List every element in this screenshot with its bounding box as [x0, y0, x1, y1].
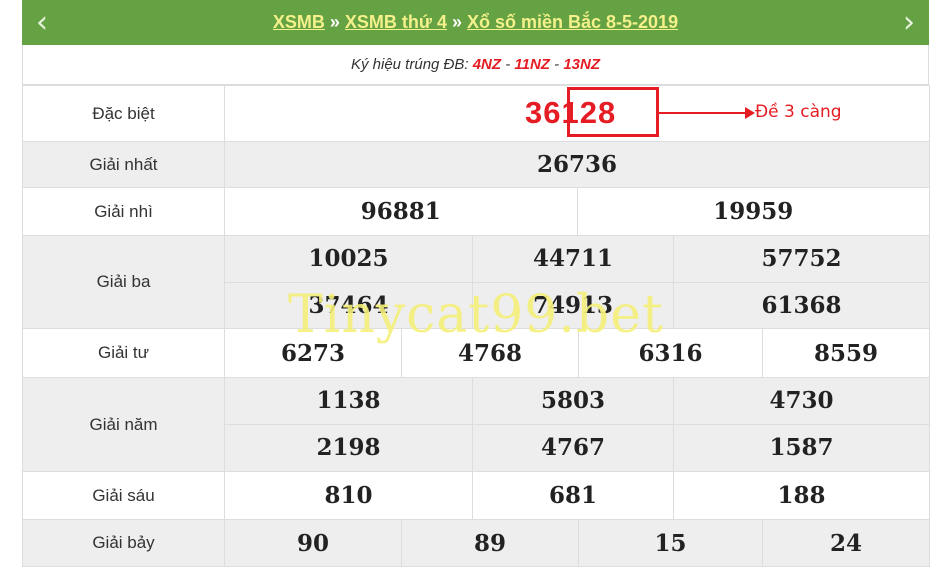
code-dash: - [554, 56, 560, 73]
prize-number: 10025 [225, 236, 473, 283]
special-code-2: 11NZ [514, 56, 550, 73]
row-giai-nhi: Giải nhì 96881 19959 [22, 187, 930, 236]
prize-number: 61368 [673, 282, 929, 328]
row-giai-ba: Giải ba 10025 44711 57752 37464 74913 61… [22, 235, 930, 329]
row-giai-nhat: Giải nhất 26736 [22, 141, 930, 188]
special-code-1: 4NZ [472, 56, 502, 73]
prize-number: 6316 [578, 329, 763, 377]
prize-number: 57752 [673, 236, 929, 283]
prize-label: Giải nhì [22, 187, 225, 236]
prize-label: Giải ba [22, 235, 225, 329]
prize-number: 8559 [813, 339, 878, 367]
prize-number: 5803 [472, 378, 674, 425]
prize-number: 2198 [225, 424, 473, 471]
highlight-box [567, 87, 659, 137]
row-dac-biet: Đặc biệt 36128 Đề 3 càng [22, 85, 930, 142]
prize-label: Giải sáu [22, 471, 225, 520]
special-code-label: Ký hiệu trúng ĐB: [350, 56, 469, 73]
row-giai-sau: Giải sáu 810 681 188 [22, 471, 930, 520]
arrow-right-icon [745, 107, 755, 119]
de-3-cang-label: Đề 3 càng [755, 102, 842, 122]
row-giai-tu: Giải tư 6273 4768 6316 8559 [22, 328, 930, 378]
breadcrumb: XSMB» XSMB thứ 4» Xổ số miền Bắc 8-5-2019 [273, 12, 678, 33]
prize-label: Giải tư [22, 328, 225, 378]
header-bar: ‹ XSMB» XSMB thứ 4» Xổ số miền Bắc 8-5-201… [22, 0, 929, 45]
results-table: Đặc biệt 36128 Đề 3 càng Giải nhất 26736… [22, 85, 930, 567]
prize-number: 24 [762, 520, 929, 566]
breadcrumb-separator: » [451, 12, 462, 32]
prize-number: 1587 [673, 424, 929, 471]
dac-biet-cell: 36128 Đề 3 càng [224, 85, 930, 142]
prize-number: 4730 [673, 378, 929, 425]
prev-arrow-icon[interactable]: ‹ [22, 0, 62, 45]
arrow-line [659, 112, 747, 114]
special-code-3: 13NZ [563, 56, 601, 73]
prize-number: 681 [472, 472, 674, 519]
prize-number: 1138 [225, 378, 473, 425]
prize-number: 4767 [472, 424, 674, 471]
prize-label: Giải năm [22, 377, 225, 472]
prize-number: 96881 [225, 188, 578, 235]
prize-label: Giải nhất [22, 141, 225, 188]
row-giai-bay: Giải bảy 90 89 15 24 [22, 519, 930, 567]
prize-number: 44711 [472, 236, 674, 283]
prize-number: 188 [777, 482, 826, 509]
code-dash: - [505, 56, 511, 73]
prize-number: 37464 [225, 282, 473, 328]
breadcrumb-separator: » [329, 12, 340, 32]
prize-number: 810 [225, 472, 473, 519]
breadcrumb-xsmb[interactable]: XSMB [273, 12, 325, 32]
prize-number: 15 [578, 520, 763, 566]
prize-number: 19959 [713, 198, 794, 225]
breadcrumb-date[interactable]: Xổ số miền Bắc 8-5-2019 [467, 12, 678, 32]
prize-number: 4768 [401, 329, 579, 377]
prize-label: Giải bảy [22, 519, 225, 567]
prize-number: 90 [225, 520, 402, 566]
prize-number: 74913 [472, 282, 674, 328]
dac-biet-prefix: 36 [525, 95, 562, 130]
prize-number: 26736 [224, 141, 930, 188]
prize-label: Đặc biệt [22, 85, 225, 142]
row-giai-nam: Giải năm 1138 5803 4730 2198 4767 1587 [22, 377, 930, 472]
next-arrow-icon[interactable]: › [889, 0, 929, 45]
prize-number: 6273 [225, 329, 402, 377]
prize-number: 89 [401, 520, 579, 566]
special-code-row: Ký hiệu trúng ĐB: 4NZ - 11NZ - 13NZ [22, 45, 929, 85]
breadcrumb-xsmb-thu4[interactable]: XSMB thứ 4 [345, 12, 447, 32]
